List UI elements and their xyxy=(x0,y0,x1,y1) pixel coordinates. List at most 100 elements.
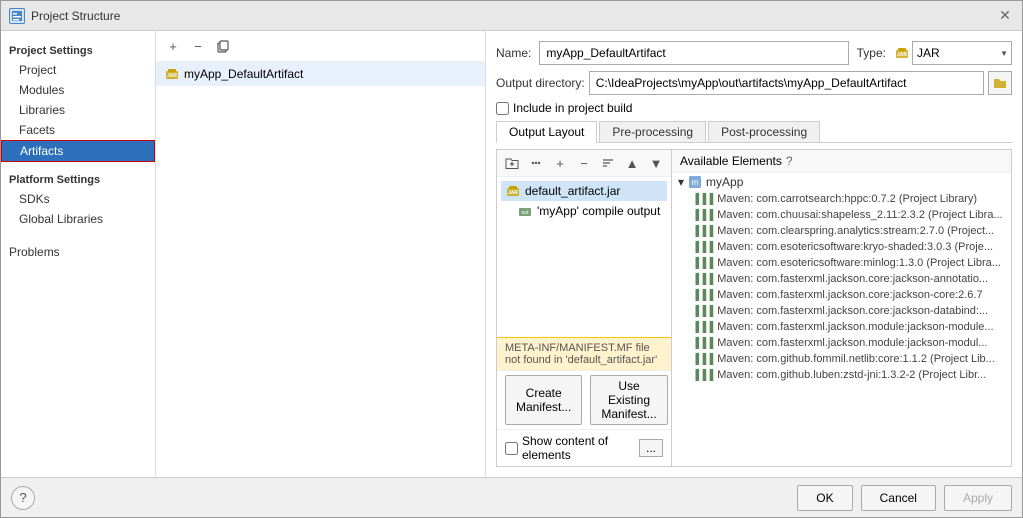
create-dir-icon xyxy=(505,156,519,170)
output-dir-label: Output directory: xyxy=(496,76,585,90)
apply-button[interactable]: Apply xyxy=(944,485,1012,511)
available-item-10[interactable]: ▐▐▐ Maven: com.github.fommil.netlib:core… xyxy=(672,351,1011,367)
platform-settings-label: Platform Settings xyxy=(1,168,155,189)
tab-output-layout[interactable]: Output Layout xyxy=(496,121,597,143)
lib-icon-8: ▐▐▐ xyxy=(692,322,713,333)
layout-toolbar: + − ▲ ▼ xyxy=(497,150,671,177)
include-build-checkbox[interactable] xyxy=(496,102,509,115)
create-manifest-button[interactable]: Create Manifest... xyxy=(505,375,582,425)
lib-icon-5: ▐▐▐ xyxy=(692,274,713,285)
available-item-9[interactable]: ▐▐▐ Maven: com.fasterxml.jackson.module:… xyxy=(672,335,1011,351)
sidebar-item-sdks[interactable]: SDKs xyxy=(1,189,155,209)
close-button[interactable]: ✕ xyxy=(996,7,1014,25)
project-structure-window: Project Structure ✕ Project Settings Pro… xyxy=(0,0,1023,518)
svg-text:JAR: JAR xyxy=(508,190,518,196)
lib-icon-7: ▐▐▐ xyxy=(692,306,713,317)
add-artifact-button[interactable]: + xyxy=(162,35,184,57)
sidebar-item-artifacts[interactable]: Artifacts xyxy=(1,140,155,162)
remove-artifact-button[interactable]: − xyxy=(187,35,209,57)
name-row: Name: Type: JAR JAR xyxy=(496,41,1012,65)
available-item-label-3: Maven: com.esotericsoftware:kryo-shaded:… xyxy=(717,241,993,253)
layout-remove-btn[interactable]: − xyxy=(573,152,595,174)
available-item-1[interactable]: ▐▐▐ Maven: com.chuusai:shapeless_2.11:2.… xyxy=(672,207,1011,223)
available-item-label-1: Maven: com.chuusai:shapeless_2.11:2.3.2 … xyxy=(717,209,1002,221)
warning-text: META-INF/MANIFEST.MF file not found in '… xyxy=(505,342,657,366)
available-elements-panel: Available Elements ? ▾ m myApp xyxy=(672,149,1012,467)
layout-add-btn[interactable]: + xyxy=(549,152,571,174)
artifact-toolbar: + − xyxy=(156,31,485,62)
title-bar: Project Structure ✕ xyxy=(1,1,1022,31)
sidebar-item-project[interactable]: Project xyxy=(1,60,155,80)
jar-type-icon: JAR xyxy=(894,45,910,61)
artifact-name: myApp_DefaultArtifact xyxy=(184,67,303,81)
bottom-bar: ? OK Cancel Apply xyxy=(1,477,1022,517)
available-group-label: myApp xyxy=(706,175,743,189)
include-build-row: Include in project build xyxy=(496,101,1012,115)
layout-sort-btn[interactable] xyxy=(597,152,619,174)
output-dir-row: Output directory: xyxy=(496,71,1012,95)
tab-post-processing[interactable]: Post-processing xyxy=(708,121,820,142)
available-item-11[interactable]: ▐▐▐ Maven: com.github.luben:zstd-jni:1.3… xyxy=(672,367,1011,383)
tree-item-compile-label: 'myApp' compile output xyxy=(537,204,660,218)
show-content-label: Show content of elements xyxy=(522,434,635,462)
available-item-3[interactable]: ▐▐▐ Maven: com.esotericsoftware:kryo-sha… xyxy=(672,239,1011,255)
project-settings-label: Project Settings xyxy=(1,39,155,60)
show-content-options-button[interactable]: ... xyxy=(639,439,663,457)
svg-text:JAR: JAR xyxy=(897,52,907,58)
show-content-checkbox[interactable] xyxy=(505,442,518,455)
available-item-6[interactable]: ▐▐▐ Maven: com.fasterxml.jackson.core:ja… xyxy=(672,287,1011,303)
tab-pre-processing[interactable]: Pre-processing xyxy=(599,121,706,142)
layout-btn-1[interactable] xyxy=(501,152,523,174)
available-item-0[interactable]: ▐▐▐ Maven: com.carrotsearch:hppc:0.7.2 (… xyxy=(672,191,1011,207)
name-input[interactable] xyxy=(539,41,848,65)
name-label: Name: xyxy=(496,46,531,60)
copy-artifact-button[interactable] xyxy=(212,35,234,57)
tree-item-jar[interactable]: JAR default_artifact.jar xyxy=(501,181,667,201)
sort-icon xyxy=(601,156,615,170)
window-icon xyxy=(9,8,25,24)
svg-text:JAR: JAR xyxy=(167,73,177,79)
compile-output-icon: out xyxy=(517,203,533,219)
available-item-8[interactable]: ▐▐▐ Maven: com.fasterxml.jackson.module:… xyxy=(672,319,1011,335)
available-item-label-6: Maven: com.fasterxml.jackson.core:jackso… xyxy=(717,289,982,301)
tree-item-compile[interactable]: out 'myApp' compile output xyxy=(501,201,667,221)
available-item-7[interactable]: ▐▐▐ Maven: com.fasterxml.jackson.core:ja… xyxy=(672,303,1011,319)
available-item-2[interactable]: ▐▐▐ Maven: com.clearspring.analytics:str… xyxy=(672,223,1011,239)
available-item-4[interactable]: ▐▐▐ Maven: com.esotericsoftware:minlog:1… xyxy=(672,255,1011,271)
output-dir-input[interactable] xyxy=(589,71,984,95)
sidebar-item-facets[interactable]: Facets xyxy=(1,120,155,140)
available-item-label-0: Maven: com.carrotsearch:hppc:0.7.2 (Proj… xyxy=(717,193,977,205)
help-info-icon[interactable]: ? xyxy=(786,154,793,168)
sidebar-item-global-libraries[interactable]: Global Libraries xyxy=(1,209,155,229)
sidebar-item-modules[interactable]: Modules xyxy=(1,80,155,100)
ok-button[interactable]: OK xyxy=(797,485,852,511)
browse-dir-button[interactable] xyxy=(988,71,1012,95)
svg-text:out: out xyxy=(522,210,530,216)
folder-browse-icon xyxy=(993,77,1007,89)
type-select[interactable]: JAR xyxy=(912,41,1012,65)
artifact-list-item[interactable]: JAR myApp_DefaultArtifact xyxy=(156,62,485,86)
sidebar-item-problems[interactable]: Problems xyxy=(1,239,155,262)
layout-up-btn[interactable]: ▲ xyxy=(621,152,643,174)
type-label: Type: xyxy=(857,46,886,60)
available-item-label-7: Maven: com.fasterxml.jackson.core:jackso… xyxy=(717,305,988,317)
available-item-5[interactable]: ▐▐▐ Maven: com.fasterxml.jackson.core:ja… xyxy=(672,271,1011,287)
lib-icon-3: ▐▐▐ xyxy=(692,242,713,253)
output-layout-panel: + − ▲ ▼ xyxy=(496,149,672,467)
artifact-list-panel: + − JAR myApp_DefaultArtifact xyxy=(156,31,486,477)
sidebar-item-libraries[interactable]: Libraries xyxy=(1,100,155,120)
use-existing-manifest-button[interactable]: Use Existing Manifest... xyxy=(590,375,667,425)
cancel-button[interactable]: Cancel xyxy=(861,485,936,511)
lib-icon-10: ▐▐▐ xyxy=(692,354,713,365)
tabs-bar: Output Layout Pre-processing Post-proces… xyxy=(496,121,1012,143)
help-button[interactable]: ? xyxy=(11,486,35,510)
lib-icon-6: ▐▐▐ xyxy=(692,290,713,301)
lib-icon-4: ▐▐▐ xyxy=(692,258,713,269)
available-list: ▾ m myApp ▐▐▐ Maven: com.carrotsearch:hp… xyxy=(672,173,1011,466)
layout-down-btn[interactable]: ▼ xyxy=(645,152,667,174)
layout-btn-2[interactable] xyxy=(525,152,547,174)
lib-icon-1: ▐▐▐ xyxy=(692,210,713,221)
available-item-label-4: Maven: com.esotericsoftware:minlog:1.3.0… xyxy=(717,257,1001,269)
available-item-label-11: Maven: com.github.luben:zstd-jni:1.3.2-2… xyxy=(717,369,986,381)
available-group-myapp[interactable]: ▾ m myApp xyxy=(672,173,1011,191)
